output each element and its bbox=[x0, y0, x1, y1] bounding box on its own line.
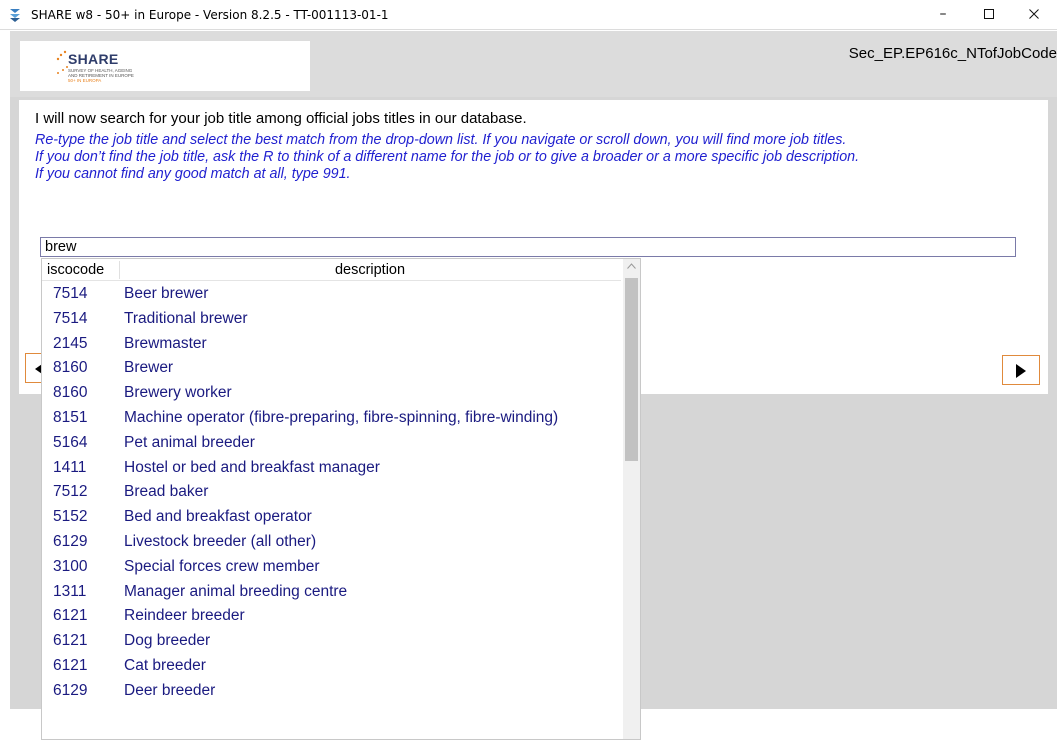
logo-subtitle: SURVEY OF HEALTH, AGEING AND RETIREMENT … bbox=[68, 68, 158, 83]
chevron-up-icon[interactable] bbox=[627, 263, 636, 269]
list-item[interactable]: 7514 Beer brewer bbox=[42, 281, 621, 306]
instruction-line: Re-type the job title and select the bes… bbox=[35, 132, 847, 148]
minimize-icon: – bbox=[939, 6, 947, 22]
list-item[interactable]: 6129 Deer breeder bbox=[42, 678, 621, 703]
list-item[interactable]: 7514 Traditional brewer bbox=[42, 306, 621, 331]
scrollbar-thumb[interactable] bbox=[625, 278, 638, 461]
iscocode: 6129 bbox=[53, 681, 88, 699]
job-description: Hostel or bed and breakfast manager bbox=[124, 458, 380, 476]
play-right-icon bbox=[1016, 364, 1026, 378]
job-code-dropdown[interactable]: iscocode description 7514 Beer brewer 751… bbox=[41, 258, 641, 740]
minimize-button[interactable]: – bbox=[920, 0, 966, 29]
maximize-icon bbox=[984, 9, 994, 19]
job-description: Brewer bbox=[124, 359, 174, 377]
app-header: SHARE SURVEY OF HEALTH, AGEING AND RETIR… bbox=[10, 31, 1057, 97]
close-icon bbox=[1029, 9, 1039, 19]
job-description: Beer brewer bbox=[124, 285, 209, 302]
iscocode: 8160 bbox=[53, 359, 88, 377]
iscocode: 2145 bbox=[53, 334, 88, 352]
iscocode: 7514 bbox=[53, 285, 88, 302]
job-description: Machine operator (fibre-preparing, fibre… bbox=[124, 408, 559, 426]
iscocode: 5152 bbox=[53, 508, 88, 526]
window-title: SHARE w8 - 50+ in Europe - Version 8.2.5… bbox=[31, 8, 389, 22]
section-code: Sec_EP.EP616c_NTofJobCode bbox=[848, 45, 1057, 62]
close-button[interactable] bbox=[1011, 0, 1057, 29]
logo-swoosh-icon bbox=[56, 50, 68, 74]
app-frame: SHARE SURVEY OF HEALTH, AGEING AND RETIR… bbox=[10, 31, 1057, 740]
list-item[interactable]: 6121 Cat breeder bbox=[42, 653, 621, 678]
iscocode: 6121 bbox=[53, 607, 88, 625]
job-description: Dog breeder bbox=[124, 632, 211, 650]
share-logo: SHARE SURVEY OF HEALTH, AGEING AND RETIR… bbox=[20, 41, 310, 91]
job-description: Bread baker bbox=[124, 483, 209, 501]
window-titlebar: SHARE w8 - 50+ in Europe - Version 8.2.5… bbox=[0, 0, 1057, 30]
iscocode: 1411 bbox=[53, 458, 87, 476]
question-text: I will now search for your job title amo… bbox=[35, 110, 527, 127]
next-button[interactable] bbox=[1002, 355, 1040, 385]
list-item[interactable]: 8160 Brewery worker bbox=[42, 380, 621, 405]
list-item[interactable]: 6121 Dog breeder bbox=[42, 628, 621, 653]
iscocode: 3100 bbox=[53, 557, 88, 575]
list-item[interactable]: 5164 Pet animal breeder bbox=[42, 430, 621, 455]
list-item[interactable]: 2145 Brewmaster bbox=[42, 331, 621, 356]
column-header-iscocode: iscocode bbox=[47, 262, 105, 278]
job-description: Brewmaster bbox=[124, 334, 207, 352]
iscocode: 7514 bbox=[53, 309, 88, 327]
job-description: Manager animal breeding centre bbox=[124, 582, 348, 600]
job-description: Reindeer breeder bbox=[124, 607, 245, 625]
logo-subtitle-line: 50+ IN EUROPA bbox=[68, 78, 102, 83]
instruction-line: If you cannot find any good match at all… bbox=[35, 166, 351, 182]
list-item[interactable]: 8151 Machine operator (fibre-preparing, f… bbox=[42, 405, 621, 430]
job-description: Bed and breakfast operator bbox=[124, 508, 312, 526]
iscocode: 5164 bbox=[53, 433, 88, 451]
list-item[interactable]: 1311 Manager animal breeding centre bbox=[42, 579, 621, 604]
job-description: Brewery worker bbox=[124, 384, 232, 402]
dropdown-scrollbar[interactable] bbox=[623, 259, 640, 739]
iscocode: 6129 bbox=[53, 532, 88, 550]
list-item[interactable]: 7512 Bread baker bbox=[42, 479, 621, 504]
logo-wordmark: SHARE bbox=[68, 51, 119, 67]
list-item[interactable]: 3100 Special forces crew member bbox=[42, 554, 621, 579]
iscocode: 7512 bbox=[53, 483, 88, 501]
iscocode: 8160 bbox=[53, 384, 88, 402]
list-item[interactable]: 5152 Bed and breakfast operator bbox=[42, 504, 621, 529]
job-description: Deer breeder bbox=[124, 681, 216, 699]
dropdown-header: iscocode description bbox=[42, 259, 621, 281]
job-description: Traditional brewer bbox=[124, 309, 248, 327]
dropdown-rows: 7514 Beer brewer 7514 Traditional brewer 2… bbox=[42, 281, 621, 703]
job-description: Pet animal breeder bbox=[124, 433, 255, 451]
job-search-input[interactable]: brew bbox=[40, 237, 1016, 257]
iscocode: 8151 bbox=[53, 408, 88, 426]
iscocode: 6121 bbox=[53, 632, 88, 650]
job-description: Cat breeder bbox=[124, 656, 206, 674]
list-item[interactable]: 1411 Hostel or bed and breakfast manager bbox=[42, 455, 621, 480]
list-item[interactable]: 6121 Reindeer breeder bbox=[42, 603, 621, 628]
list-item[interactable]: 6129 Livestock breeder (all other) bbox=[42, 529, 621, 554]
maximize-button[interactable] bbox=[966, 0, 1012, 29]
interviewer-instructions: Re-type the job title and select the bes… bbox=[35, 132, 1025, 183]
instruction-line: If you don’t find the job title, ask the… bbox=[35, 149, 860, 165]
column-header-description: description bbox=[334, 262, 406, 278]
iscocode: 6121 bbox=[53, 656, 88, 674]
list-item[interactable]: 8160 Brewer bbox=[42, 355, 621, 380]
job-description: Special forces crew member bbox=[124, 557, 320, 575]
share-app-icon bbox=[10, 9, 20, 22]
job-description: Livestock breeder (all other) bbox=[124, 532, 317, 550]
iscocode: 1311 bbox=[53, 582, 87, 600]
